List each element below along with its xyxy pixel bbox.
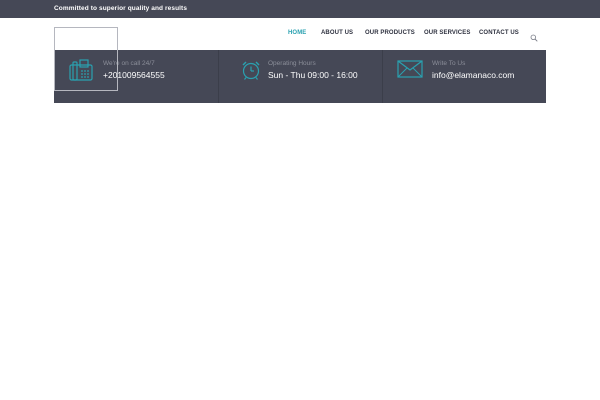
logo[interactable]: [54, 27, 118, 91]
tagline: Committed to superior quality and result…: [54, 5, 188, 12]
info-value-email[interactable]: info@elamanaco.com: [432, 70, 514, 80]
nav-item-about-us[interactable]: ABOUT US: [321, 30, 353, 36]
nav-item-contact-us[interactable]: CONTACT US: [479, 30, 519, 36]
info-col-hours: Operating Hours Sun - Thu 09:00 - 16:00: [218, 50, 382, 103]
envelope-icon: [397, 59, 423, 81]
top-bar: Committed to superior quality and result…: [0, 0, 600, 18]
search-icon[interactable]: [530, 29, 538, 42]
info-label-hours: Operating Hours: [268, 60, 316, 67]
contact-info-bar: We're on call 24/7 +201009564555 Operati…: [54, 50, 546, 103]
nav-item-home[interactable]: HOME: [288, 30, 306, 36]
info-value-hours: Sun - Thu 09:00 - 16:00: [268, 70, 358, 80]
info-col-email: Write To Us info@elamanaco.com: [382, 50, 546, 103]
nav-item-our-products[interactable]: OUR PRODUCTS: [365, 30, 415, 36]
alarm-clock-icon: [240, 59, 266, 81]
info-label-email: Write To Us: [432, 60, 466, 67]
nav-item-our-services[interactable]: OUR SERVICES: [424, 30, 470, 36]
